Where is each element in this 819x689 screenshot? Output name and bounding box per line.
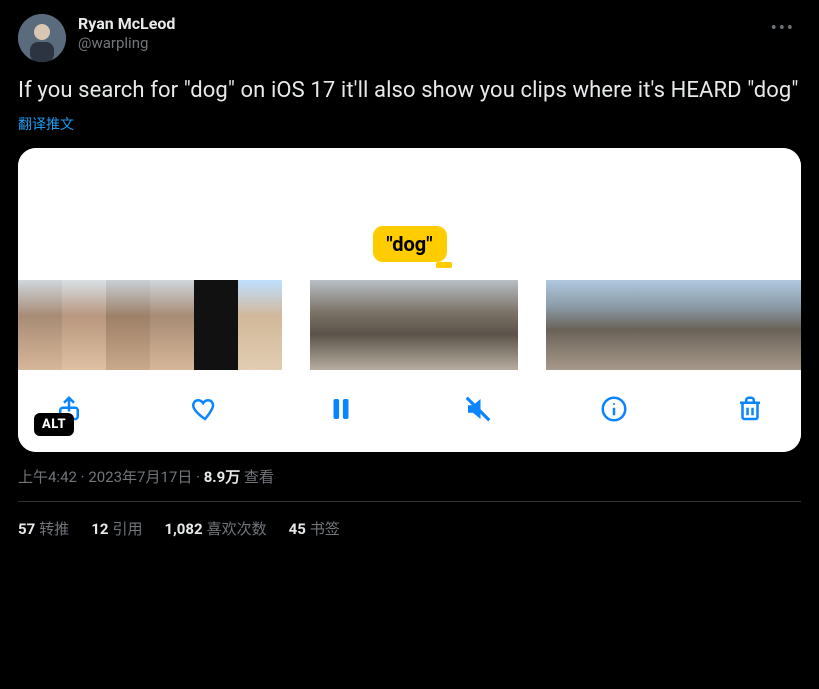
clip-frame (310, 280, 362, 370)
mute-icon[interactable] (461, 392, 495, 426)
avatar[interactable] (18, 14, 66, 62)
clip-frame (590, 280, 634, 370)
stat-bookmarks[interactable]: 45书签 (289, 518, 340, 539)
clip-frame (194, 280, 238, 370)
retweets-label: 转推 (39, 520, 69, 538)
meta-sep: · (77, 468, 88, 486)
display-name[interactable]: Ryan McLeod (78, 14, 765, 34)
stat-likes[interactable]: 1,082 喜欢次数 (164, 518, 266, 539)
likes-label: 喜欢次数 (207, 520, 267, 538)
meta-sep: · (192, 468, 203, 486)
stat-retweets[interactable]: 57转推 (18, 518, 69, 539)
translate-link[interactable]: 翻译推文 (18, 114, 801, 134)
info-icon[interactable] (597, 392, 631, 426)
tweet-time[interactable]: 上午4:42 (18, 468, 77, 486)
caption-pill: "dog" (372, 226, 446, 262)
media-tools (18, 370, 801, 452)
clip-frame (634, 280, 678, 370)
clip-frame (62, 280, 106, 370)
retweets-count: 57 (18, 520, 35, 538)
clip-frame (466, 280, 518, 370)
handle[interactable]: @warpling (78, 34, 765, 52)
media-card[interactable]: "dog" (18, 148, 801, 452)
clip-frame (766, 280, 801, 370)
media-top: "dog" (18, 148, 801, 280)
caption-tick (436, 262, 452, 268)
clip-group-1[interactable] (18, 280, 282, 370)
views-label: 查看 (240, 468, 274, 486)
more-icon[interactable]: ••• (765, 14, 801, 43)
clip-frame (18, 280, 62, 370)
bookmarks-label: 书签 (310, 520, 340, 538)
tweet-header: Ryan McLeod @warpling ••• (18, 14, 801, 62)
likes-count: 1,082 (164, 520, 202, 538)
tweet-date[interactable]: 2023年7月17日 (88, 468, 192, 486)
quotes-count: 12 (91, 520, 108, 538)
clip-frame (150, 280, 194, 370)
clip-frame (238, 280, 282, 370)
pause-icon[interactable] (324, 392, 358, 426)
tweet-container: Ryan McLeod @warpling ••• If you search … (0, 0, 819, 539)
clip-frame (546, 280, 590, 370)
bookmarks-count: 45 (289, 520, 306, 538)
trash-icon[interactable] (733, 392, 767, 426)
tweet-text: If you search for "dog" on iOS 17 it'll … (18, 76, 801, 106)
clip-frame (362, 280, 414, 370)
video-timeline[interactable] (18, 280, 801, 370)
heart-icon[interactable] (188, 392, 222, 426)
quotes-label: 引用 (112, 520, 142, 538)
clip-group-3[interactable] (546, 280, 801, 370)
alt-badge[interactable]: ALT (34, 413, 74, 436)
tweet-meta: 上午4:42 · 2023年7月17日 · 8.9万 查看 (18, 466, 801, 487)
clip-frame (678, 280, 722, 370)
clip-group-2[interactable] (310, 280, 518, 370)
clip-frame (414, 280, 466, 370)
views-count: 8.9万 (204, 468, 241, 486)
author-names: Ryan McLeod @warpling (78, 14, 765, 52)
stat-quotes[interactable]: 12引用 (91, 518, 142, 539)
clip-frame (722, 280, 766, 370)
clip-frame (106, 280, 150, 370)
tweet-stats: 57转推 12引用 1,082 喜欢次数 45书签 (18, 502, 801, 539)
